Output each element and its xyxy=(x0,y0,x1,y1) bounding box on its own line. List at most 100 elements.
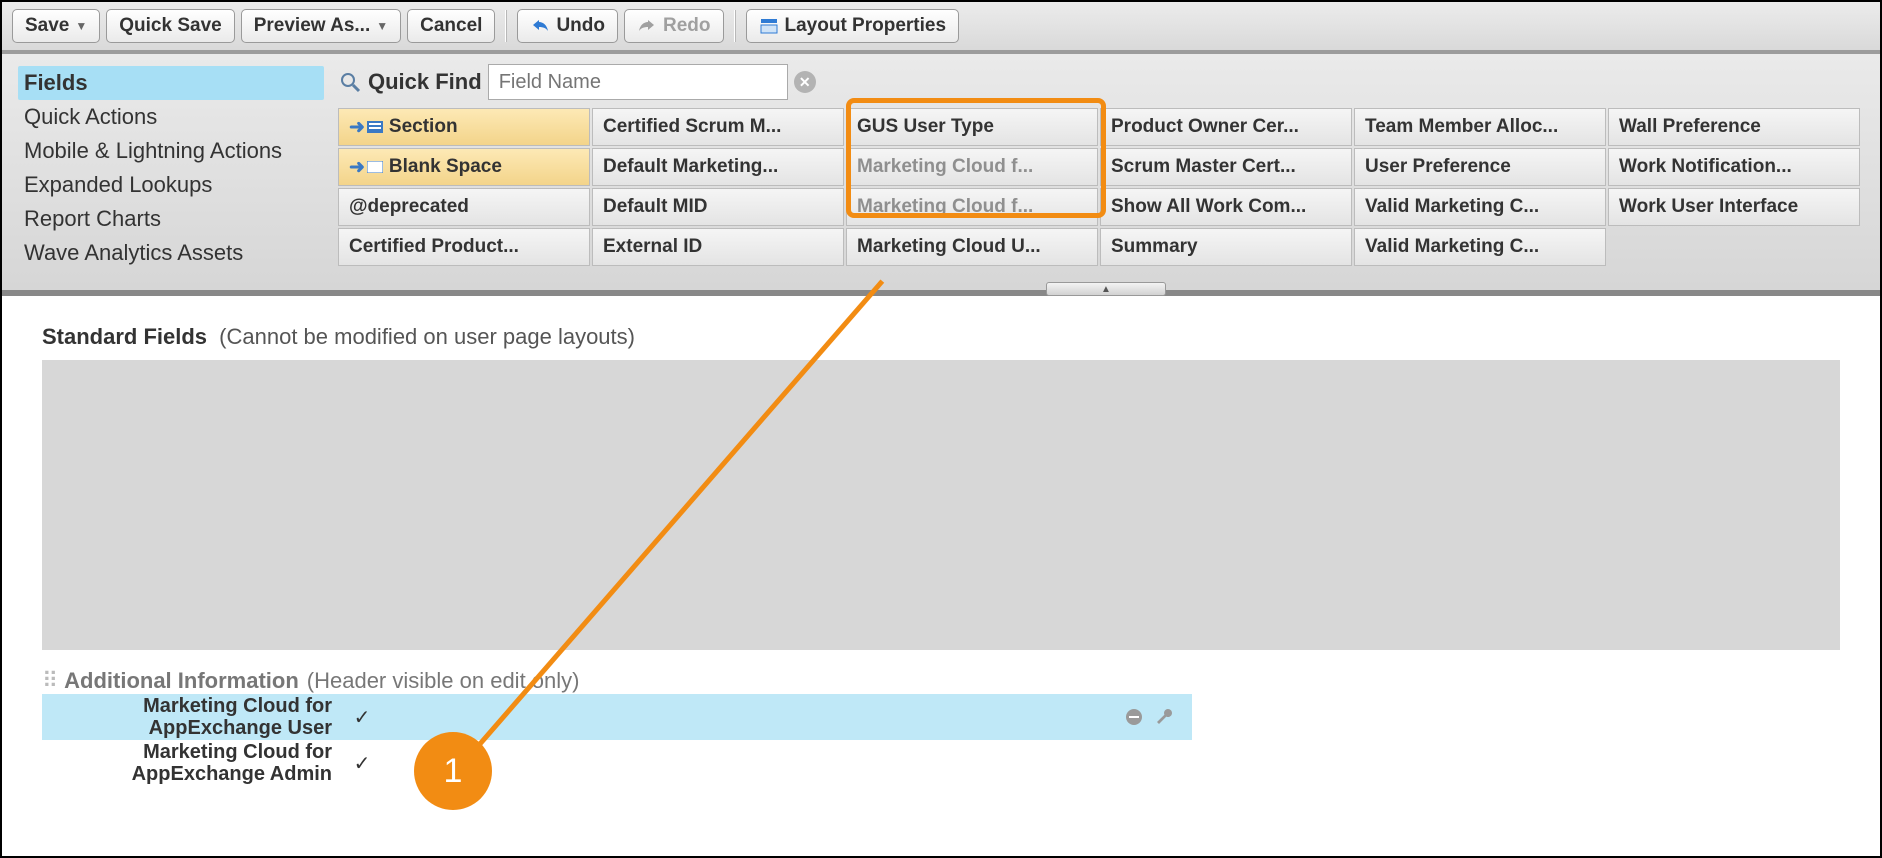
preview-as-label: Preview As... xyxy=(254,15,371,37)
palette-field[interactable]: Default Marketing... xyxy=(592,148,844,186)
redo-button[interactable]: Redo xyxy=(624,9,724,43)
palette-field[interactable]: User Preference xyxy=(1354,148,1606,186)
palette-field[interactable]: Marketing Cloud U... xyxy=(846,228,1098,266)
palette-field[interactable]: Scrum Master Cert... xyxy=(1100,148,1352,186)
palette-sidebar: Fields Quick Actions Mobile & Lightning … xyxy=(2,54,332,290)
palette-field-label: @deprecated xyxy=(349,196,469,218)
palette-panel: Fields Quick Actions Mobile & Lightning … xyxy=(2,54,1880,296)
palette-field[interactable]: Product Owner Cer... xyxy=(1100,108,1352,146)
palette-field[interactable]: @deprecated xyxy=(338,188,590,226)
palette-field[interactable]: Summary xyxy=(1100,228,1352,266)
additional-information-title: Additional Information xyxy=(64,668,299,694)
layout-properties-icon xyxy=(759,16,779,36)
sidebar-item-quick-actions[interactable]: Quick Actions xyxy=(18,100,324,134)
layout-field-row[interactable]: Marketing Cloud for AppExchange Admin✓ xyxy=(42,740,1192,786)
palette-field[interactable]: Valid Marketing C... xyxy=(1354,188,1606,226)
palette-field-label: Summary xyxy=(1111,236,1198,258)
additional-information-section: ⠿ Additional Information (Header visible… xyxy=(42,668,1840,786)
palette-field-label: Default Marketing... xyxy=(603,156,778,178)
layout-field-label: Marketing Cloud for AppExchange User xyxy=(50,695,350,739)
layout-properties-button[interactable]: Layout Properties xyxy=(746,9,960,43)
sidebar-item-wave-analytics-assets[interactable]: Wave Analytics Assets xyxy=(18,236,324,270)
palette-field-label: Product Owner Cer... xyxy=(1111,116,1299,138)
palette-field[interactable]: Work User Interface xyxy=(1608,188,1860,226)
palette-field[interactable]: Marketing Cloud f... xyxy=(846,188,1098,226)
palette-field[interactable]: Certified Product... xyxy=(338,228,590,266)
redo-icon xyxy=(637,16,657,36)
palette-field-label: Section xyxy=(389,116,458,138)
additional-information-sub: (Header visible on edit only) xyxy=(307,668,580,694)
standard-fields-body xyxy=(42,360,1840,650)
redo-label: Redo xyxy=(663,15,711,37)
search-icon xyxy=(338,70,362,94)
quick-find-row: Quick Find ✕ xyxy=(338,64,1860,100)
quick-save-button[interactable]: Quick Save xyxy=(106,9,234,43)
chevron-down-icon: ▼ xyxy=(376,19,388,33)
sidebar-item-report-charts[interactable]: Report Charts xyxy=(18,202,324,236)
palette-field-label: Show All Work Com... xyxy=(1111,196,1306,218)
standard-fields-sub: (Cannot be modified on user page layouts… xyxy=(219,324,635,349)
undo-icon xyxy=(530,16,550,36)
clear-search-icon[interactable]: ✕ xyxy=(794,71,816,93)
palette-field-label: Marketing Cloud U... xyxy=(857,236,1041,258)
chevron-down-icon: ▼ xyxy=(75,19,87,33)
palette-field-label: External ID xyxy=(603,236,702,258)
quick-save-label: Quick Save xyxy=(119,15,221,37)
layout-properties-label: Layout Properties xyxy=(785,15,947,37)
preview-as-button[interactable]: Preview As... ▼ xyxy=(241,9,401,43)
palette-grid: ➜SectionCertified Scrum M...GUS User Typ… xyxy=(338,108,1860,266)
palette-field[interactable]: Certified Scrum M... xyxy=(592,108,844,146)
remove-icon[interactable] xyxy=(1124,707,1144,727)
separator xyxy=(734,10,736,42)
layout-field-label: Marketing Cloud for AppExchange Admin xyxy=(50,741,350,785)
palette-field[interactable]: Marketing Cloud f... xyxy=(846,148,1098,186)
save-button[interactable]: Save ▼ xyxy=(12,9,100,43)
palette-field[interactable]: GUS User Type xyxy=(846,108,1098,146)
palette-field-label: Wall Preference xyxy=(1619,116,1761,138)
palette-field[interactable]: Show All Work Com... xyxy=(1100,188,1352,226)
sidebar-item-expanded-lookups[interactable]: Expanded Lookups xyxy=(18,168,324,202)
cancel-button[interactable]: Cancel xyxy=(407,9,495,43)
undo-label: Undo xyxy=(556,15,605,37)
quick-find-input[interactable] xyxy=(488,64,788,100)
palette-field[interactable]: Valid Marketing C... xyxy=(1354,228,1606,266)
palette-field-label: Team Member Alloc... xyxy=(1365,116,1558,138)
palette-field-label: Marketing Cloud f... xyxy=(857,196,1033,218)
palette-field-label: Default MID xyxy=(603,196,708,218)
palette-field-label: Marketing Cloud f... xyxy=(857,156,1033,178)
wrench-icon[interactable] xyxy=(1154,707,1174,727)
palette-field-label: Certified Product... xyxy=(349,236,519,258)
palette-field-label: Valid Marketing C... xyxy=(1365,236,1539,258)
standard-fields-section-header: Standard Fields (Cannot be modified on u… xyxy=(42,324,1840,350)
checkbox-checked-icon: ✓ xyxy=(350,751,374,775)
palette-collapse-handle[interactable]: ▲ xyxy=(1046,282,1166,296)
palette-field[interactable]: Work Notification... xyxy=(1608,148,1860,186)
palette-field-label: Scrum Master Cert... xyxy=(1111,156,1296,178)
blank-space-icon: ➜ xyxy=(349,156,383,179)
palette-field[interactable]: Default MID xyxy=(592,188,844,226)
separator xyxy=(505,10,507,42)
palette-field-label: Work Notification... xyxy=(1619,156,1792,178)
palette-body: Quick Find ✕ ➜SectionCertified Scrum M..… xyxy=(332,54,1880,290)
cancel-label: Cancel xyxy=(420,15,482,37)
undo-button[interactable]: Undo xyxy=(517,9,618,43)
layout-canvas: Standard Fields (Cannot be modified on u… xyxy=(2,296,1880,814)
sidebar-item-fields[interactable]: Fields xyxy=(18,66,324,100)
palette-field-label: User Preference xyxy=(1365,156,1511,178)
palette-field[interactable]: Team Member Alloc... xyxy=(1354,108,1606,146)
palette-field[interactable]: ➜ Blank Space xyxy=(338,148,590,186)
layout-field-row[interactable]: Marketing Cloud for AppExchange User✓ xyxy=(42,694,1192,740)
quick-find-label: Quick Find xyxy=(368,69,482,95)
palette-field[interactable]: Wall Preference xyxy=(1608,108,1860,146)
save-label: Save xyxy=(25,15,69,37)
palette-field[interactable]: ➜Section xyxy=(338,108,590,146)
palette-field-label: GUS User Type xyxy=(857,116,994,138)
palette-field[interactable]: External ID xyxy=(592,228,844,266)
sidebar-item-mobile-lightning-actions[interactable]: Mobile & Lightning Actions xyxy=(18,134,324,168)
palette-field-label: Blank Space xyxy=(389,156,502,178)
palette-field-label: Valid Marketing C... xyxy=(1365,196,1539,218)
palette-field-label: Work User Interface xyxy=(1619,196,1798,218)
checkbox-checked-icon: ✓ xyxy=(350,705,374,729)
drag-handle-icon[interactable]: ⠿ xyxy=(42,668,56,694)
additional-information-header[interactable]: ⠿ Additional Information (Header visible… xyxy=(42,668,1840,694)
